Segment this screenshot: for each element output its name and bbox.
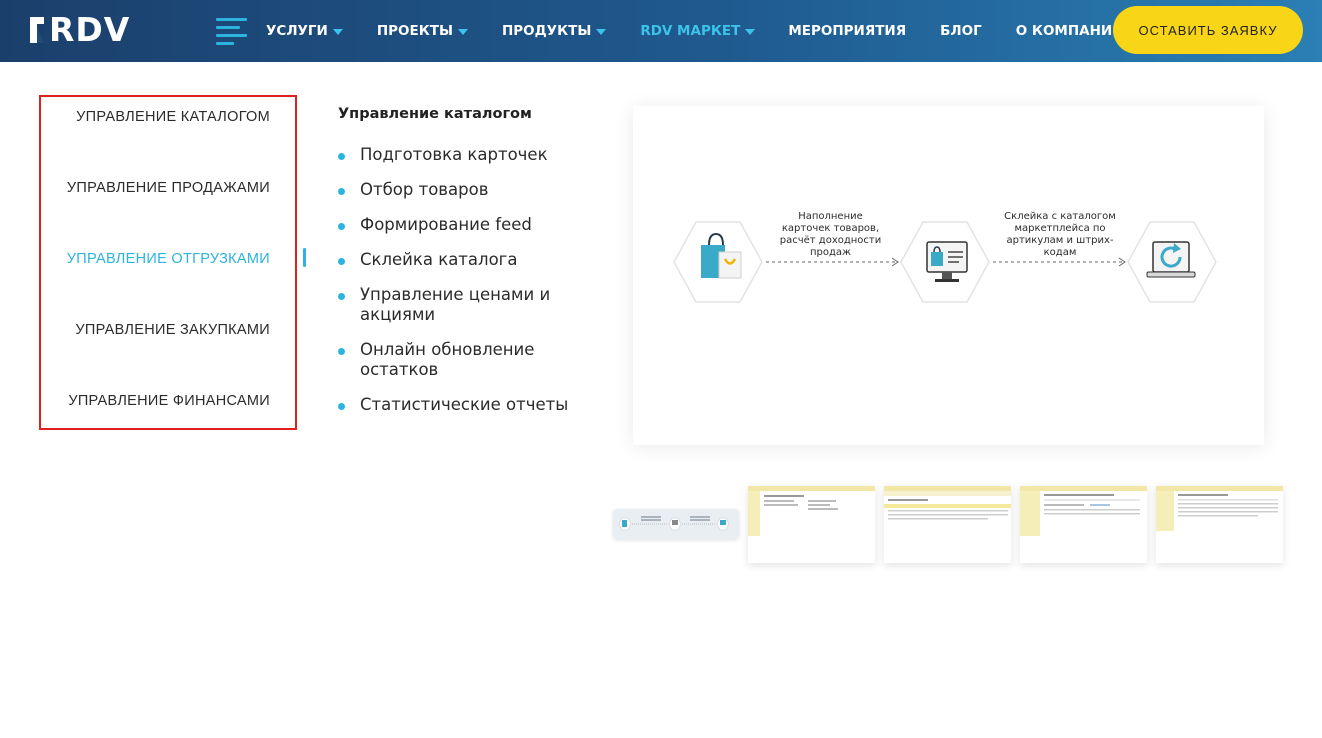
thumbnail-5[interactable] — [1156, 486, 1283, 563]
thumbnail-3[interactable] — [884, 486, 1011, 563]
bullet-icon — [338, 348, 345, 355]
thumbnail-screenshot-preview — [884, 486, 1011, 520]
category-finance[interactable]: УПРАВЛЕНИЕ ФИНАНСАМИ — [68, 393, 270, 409]
nav-item-projects[interactable]: ПРОЕКТЫ — [377, 23, 468, 39]
diagram-image: Наполнение карточек товаров, расчёт дохо… — [633, 106, 1264, 445]
thumbnail-4[interactable] — [1020, 486, 1147, 563]
nav-item-blog[interactable]: БЛОГ — [940, 23, 982, 39]
section-title: Управление каталогом — [338, 106, 532, 122]
menu-icon[interactable] — [216, 18, 247, 46]
main-nav: УСЛУГИ ПРОЕКТЫ ПРОДУКТЫ RDV МАРКЕТ МЕРОП… — [266, 0, 1139, 62]
caret-down-icon — [332, 28, 343, 35]
feature-item: Статистические отчеты — [338, 395, 588, 415]
bullet-icon — [338, 293, 345, 300]
feature-item: Формирование feed — [338, 215, 588, 235]
diagram-label-1: Наполнение карточек товаров, расчёт дохо… — [779, 211, 882, 258]
nav-item-services[interactable]: УСЛУГИ — [266, 23, 343, 39]
feature-item: Отбор товаров — [338, 180, 588, 200]
caret-down-icon — [745, 28, 756, 35]
logo-mark-icon — [30, 17, 44, 43]
caret-down-icon — [596, 28, 607, 35]
nav-label: RDV МАРКЕТ — [640, 23, 741, 39]
thumbnail-1[interactable] — [613, 509, 739, 539]
feature-item: Онлайн обновление остатков — [338, 340, 588, 380]
nav-label: БЛОГ — [940, 23, 982, 39]
thumbnail-screenshot-preview — [1156, 486, 1283, 531]
feature-item: Склейка каталога — [338, 250, 588, 270]
feature-item: Управление ценами и акциями — [338, 285, 588, 325]
nav-item-events[interactable]: МЕРОПРИЯТИЯ — [788, 23, 906, 39]
leave-request-button[interactable]: ОСТАВИТЬ ЗАЯВКУ — [1113, 6, 1303, 54]
site-header: RDV УСЛУГИ ПРОЕКТЫ ПРОДУКТЫ RDV МАРКЕТ М… — [0, 0, 1322, 62]
bullet-icon — [338, 223, 345, 230]
category-catalog[interactable]: УПРАВЛЕНИЕ КАТАЛОГОМ — [76, 109, 270, 125]
diagram-label-2: Склейка с каталогом маркетплейса по арти… — [1004, 211, 1116, 258]
category-shipments[interactable]: УПРАВЛЕНИЕ ОТГРУЗКАМИ — [67, 251, 270, 267]
bullet-icon — [338, 403, 345, 410]
nav-label: ПРОДУКТЫ — [501, 23, 592, 39]
process-diagram — [673, 221, 1217, 303]
bullet-icon — [338, 153, 345, 160]
laptop-refresh-icon — [1146, 241, 1196, 278]
thumbnail-diagram-preview — [618, 516, 730, 531]
active-category-marker — [303, 248, 306, 267]
nav-label: МЕРОПРИЯТИЯ — [788, 23, 907, 39]
logo[interactable]: RDV — [28, 13, 130, 47]
caret-down-icon — [457, 28, 468, 35]
thumbnail-screenshot-preview — [748, 486, 875, 536]
thumbnail-2[interactable] — [748, 486, 875, 563]
bullet-icon — [338, 258, 345, 265]
bullet-icon — [338, 188, 345, 195]
nav-label: О КОМПАНИИ — [1015, 23, 1124, 39]
nav-label: ПРОЕКТЫ — [376, 23, 453, 39]
category-sales[interactable]: УПРАВЛЕНИЕ ПРОДАЖАМИ — [67, 180, 270, 196]
nav-label: УСЛУГИ — [266, 23, 328, 39]
nav-item-products[interactable]: ПРОДУКТЫ — [501, 23, 607, 39]
category-purchases[interactable]: УПРАВЛЕНИЕ ЗАКУПКАМИ — [75, 322, 270, 338]
nav-item-rdv-market[interactable]: RDV МАРКЕТ — [640, 23, 756, 39]
feature-item: Подготовка карточек — [338, 145, 588, 165]
category-menu: УПРАВЛЕНИЕ КАТАЛОГОМ УПРАВЛЕНИЕ ПРОДАЖАМ… — [39, 95, 297, 430]
thumbnail-screenshot-preview — [1020, 486, 1147, 536]
logo-text: RDV — [49, 10, 131, 49]
